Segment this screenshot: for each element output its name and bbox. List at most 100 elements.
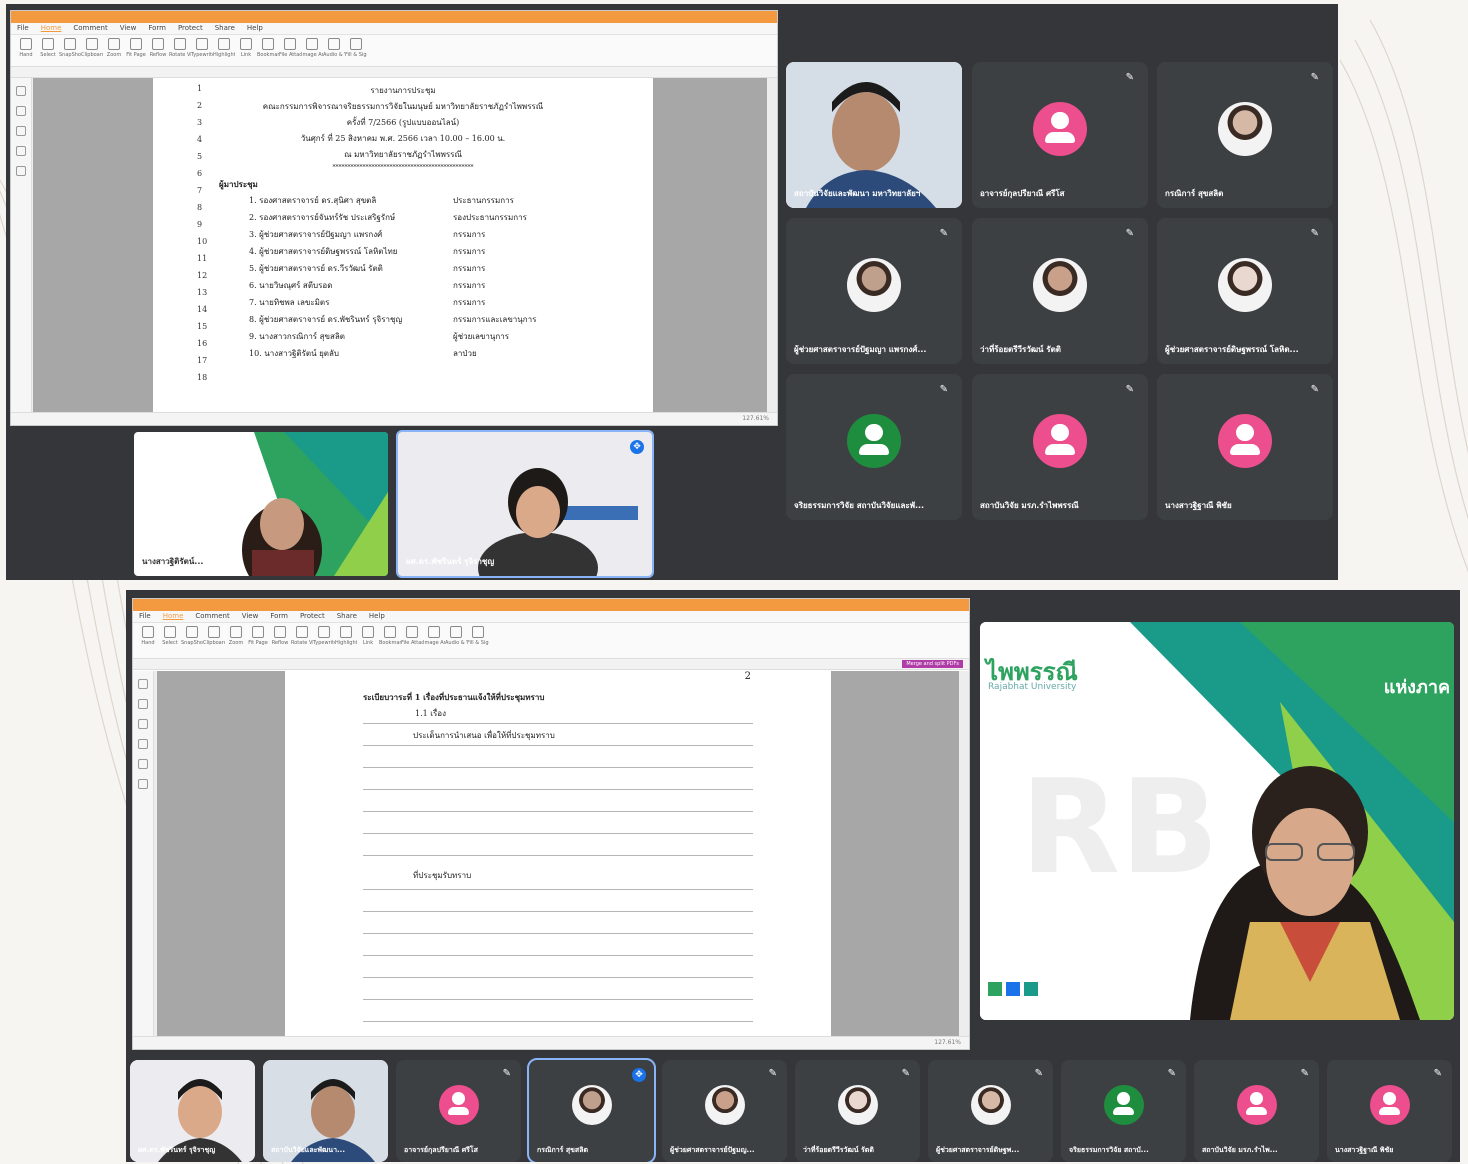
filmstrip-tile[interactable]: ✎ สถาบันวิจัย มรภ.รำไพ... bbox=[1194, 1060, 1319, 1162]
attachments-panel-icon[interactable] bbox=[16, 146, 26, 156]
toolbar-button[interactable]: Hand bbox=[139, 626, 157, 655]
menu-item[interactable]: Home bbox=[41, 23, 62, 34]
toolbar-button[interactable]: Audio & Video bbox=[445, 626, 467, 655]
pages-panel-icon[interactable] bbox=[16, 106, 26, 116]
participant-name: ผศ.ดร.พัชรินทร์ รุจิราชุญ bbox=[138, 1146, 216, 1154]
line-number: 18 bbox=[197, 373, 208, 382]
participant-tile[interactable]: ✎ กรณิการ์ สุขสลิต bbox=[1157, 62, 1333, 208]
toolbar-button[interactable]: Audio & Video bbox=[323, 38, 345, 63]
menu-item[interactable]: View bbox=[242, 611, 259, 622]
participant-tile[interactable]: ✎ ว่าที่ร้อยตรีวีรวัฒน์ รัตติ bbox=[972, 218, 1148, 364]
participant-name: สถาบันวิจัย มรภ.รำไพ... bbox=[1202, 1146, 1278, 1154]
filmstrip-tile[interactable]: ✎ จริยธรรมการวิจัย สถาบั... bbox=[1061, 1060, 1186, 1162]
toolbar-button[interactable]: Typewriter bbox=[191, 38, 213, 63]
toolbar-button[interactable]: Rotate View bbox=[169, 38, 191, 63]
attendee-name: 9. นางสาวกรณิการ์ สุขสลิต bbox=[249, 332, 345, 341]
toolbar-button[interactable]: Zoom bbox=[105, 38, 123, 63]
menu-item[interactable]: Home bbox=[163, 611, 184, 622]
participant-tile[interactable]: ✎ นางสาวฐิฐาณี พิชัย bbox=[1157, 374, 1333, 520]
toolbar-button[interactable]: Highlight bbox=[213, 38, 235, 63]
toolbar-button[interactable]: Rotate View bbox=[291, 626, 313, 655]
toolbar-button[interactable]: Select bbox=[39, 38, 57, 63]
menu-item[interactable]: Protect bbox=[300, 611, 325, 622]
presenter-tile-2[interactable]: ✥ ผศ.ดร.พัชรินทร์ รุจิราชุญ bbox=[396, 430, 654, 578]
filmstrip-tile[interactable]: ✎ ผู้ช่วยศาสตราจารย์ปัฐมญ... bbox=[662, 1060, 787, 1162]
filmstrip-tile[interactable]: ✎ ผู้ช่วยศาสตราจารย์ดิษฐพ... bbox=[928, 1060, 1053, 1162]
pages-panel-icon[interactable] bbox=[138, 699, 148, 709]
tool-label: Hand bbox=[141, 640, 155, 646]
filmstrip-tile[interactable]: ✎ นางสาวฐิฐาณี พิชัย bbox=[1327, 1060, 1452, 1162]
menu-item[interactable]: Form bbox=[270, 611, 288, 622]
main-speaker-video[interactable]: RB ไพพรรณี Rajabhat University แห่งภาค bbox=[980, 622, 1454, 1020]
menu-item[interactable]: Help bbox=[369, 611, 385, 622]
avatar-body bbox=[859, 444, 889, 456]
tool-label: Highlight bbox=[213, 52, 235, 58]
participant-tile[interactable]: ✎ สถาบันวิจัย มรภ.รำไพพรรณี bbox=[972, 374, 1148, 520]
attendee-role: ผู้ช่วยเลขานุการ bbox=[453, 332, 509, 341]
meeting-screenshot-1: File Home Comment View Form Protect Share Help … bbox=[6, 4, 1338, 580]
menu-item[interactable]: Protect bbox=[178, 23, 203, 34]
toolbar-button[interactable]: Fit Page bbox=[126, 38, 146, 63]
toolbar-button[interactable]: Fit Page bbox=[248, 626, 268, 655]
toolbar-button[interactable]: Typewriter bbox=[313, 626, 335, 655]
tool-label: Fit Page bbox=[126, 52, 146, 58]
presenter-tile-1[interactable]: นางสาวฐิติรัตน์... bbox=[134, 432, 388, 576]
toolbar-button[interactable]: Fill & Sign bbox=[467, 626, 489, 655]
menu-item[interactable]: Form bbox=[148, 23, 166, 34]
toolbar-button[interactable]: Clipboard bbox=[81, 38, 103, 63]
zoom-level[interactable]: 127.61% bbox=[742, 415, 769, 422]
toolbar-button[interactable]: Clipboard bbox=[203, 626, 225, 655]
tool-icon bbox=[340, 626, 352, 638]
signature-panel-icon[interactable] bbox=[138, 759, 148, 769]
participant-tile[interactable]: สถาบันวิจัยและพัฒนา มหาวิทยาลัยฯ bbox=[786, 62, 962, 208]
toolbar-button[interactable]: SnapShot bbox=[181, 626, 203, 655]
toolbar-button[interactable]: Link bbox=[359, 626, 377, 655]
menu-item[interactable]: Share bbox=[215, 23, 235, 34]
menu-item[interactable]: File bbox=[139, 611, 151, 622]
toolbar-button[interactable]: Select bbox=[161, 626, 179, 655]
toolbar-button[interactable]: Reflow bbox=[271, 626, 289, 655]
filmstrip-tile[interactable]: สถาบันวิจัยและพัฒนา... bbox=[263, 1060, 388, 1162]
filmstrip-tile[interactable]: ผศ.ดร.พัชรินทร์ รุจิราชุญ bbox=[130, 1060, 255, 1162]
menu-item[interactable]: Comment bbox=[73, 23, 107, 34]
menu-item[interactable]: File bbox=[17, 23, 29, 34]
merge-split-badge[interactable]: Merge and split PDFs bbox=[902, 660, 963, 668]
toolbar-button[interactable]: SnapShot bbox=[59, 38, 81, 63]
participant-tile[interactable]: ✎ ผู้ช่วยศาสตราจารย์ปัฐมญา แพรกงศ์... bbox=[786, 218, 962, 364]
comments-panel-icon[interactable] bbox=[138, 719, 148, 729]
bookmark-panel-icon[interactable] bbox=[138, 679, 148, 689]
toolbar-button[interactable]: Link bbox=[237, 38, 255, 63]
toolbar-button[interactable]: Hand bbox=[17, 38, 35, 63]
menu-item[interactable]: Comment bbox=[195, 611, 229, 622]
participant-tile[interactable]: ✎ จริยธรรมการวิจัย สถาบันวิจัยและพั... bbox=[786, 374, 962, 520]
toolbar-button[interactable]: File Attachment bbox=[279, 38, 301, 63]
menu-item[interactable]: Help bbox=[247, 23, 263, 34]
comments-panel-icon[interactable] bbox=[16, 126, 26, 136]
toolbar-button[interactable]: Bookmark bbox=[379, 626, 401, 655]
toolbar-button[interactable]: Zoom bbox=[227, 626, 245, 655]
search-panel-icon[interactable] bbox=[138, 779, 148, 789]
toolbar-button[interactable]: File Attachment bbox=[401, 626, 423, 655]
participant-name: นางสาวฐิฐาณี พิชัย bbox=[1165, 501, 1232, 510]
bookmark-panel-icon[interactable] bbox=[16, 86, 26, 96]
attachments-panel-icon[interactable] bbox=[138, 739, 148, 749]
toolbar-button[interactable]: Bookmark bbox=[257, 38, 279, 63]
toolbar-button[interactable]: Image Annotation bbox=[301, 38, 323, 63]
tool-label: File Attachment bbox=[401, 640, 423, 646]
toolbar-button[interactable]: Reflow bbox=[149, 38, 167, 63]
toolbar-button[interactable]: Fill & Sign bbox=[345, 38, 367, 63]
filmstrip-tile[interactable]: ✎ ว่าที่ร้อยตรีวีรวัฒน์ รัตติ bbox=[795, 1060, 920, 1162]
participant-tile[interactable]: ✎ ผู้ช่วยศาสตราจารย์ดิษฐพรรณ์ โลหิต... bbox=[1157, 218, 1333, 364]
zoom-level-2[interactable]: 127.61% bbox=[934, 1039, 961, 1046]
menu-item[interactable]: View bbox=[120, 23, 137, 34]
avatar-head bbox=[1250, 1092, 1263, 1105]
signature-panel-icon[interactable] bbox=[16, 166, 26, 176]
participant-tile[interactable]: ✎ อาจารย์กุลปรียาณี ศรีโส bbox=[972, 62, 1148, 208]
filmstrip-tile[interactable]: ✥ กรณิการ์ สุขสลิต bbox=[527, 1058, 656, 1162]
mic-off-icon: ✎ bbox=[1125, 72, 1134, 83]
filmstrip-tile[interactable]: ✎ อาจารย์กุลปรียาณี ศรีโส bbox=[396, 1060, 521, 1162]
menu-item[interactable]: Share bbox=[337, 611, 357, 622]
toolbar-button[interactable]: Highlight bbox=[335, 626, 357, 655]
attendees-label: ผู้มาประชุม bbox=[219, 179, 258, 189]
toolbar-button[interactable]: Image Annotation bbox=[423, 626, 445, 655]
